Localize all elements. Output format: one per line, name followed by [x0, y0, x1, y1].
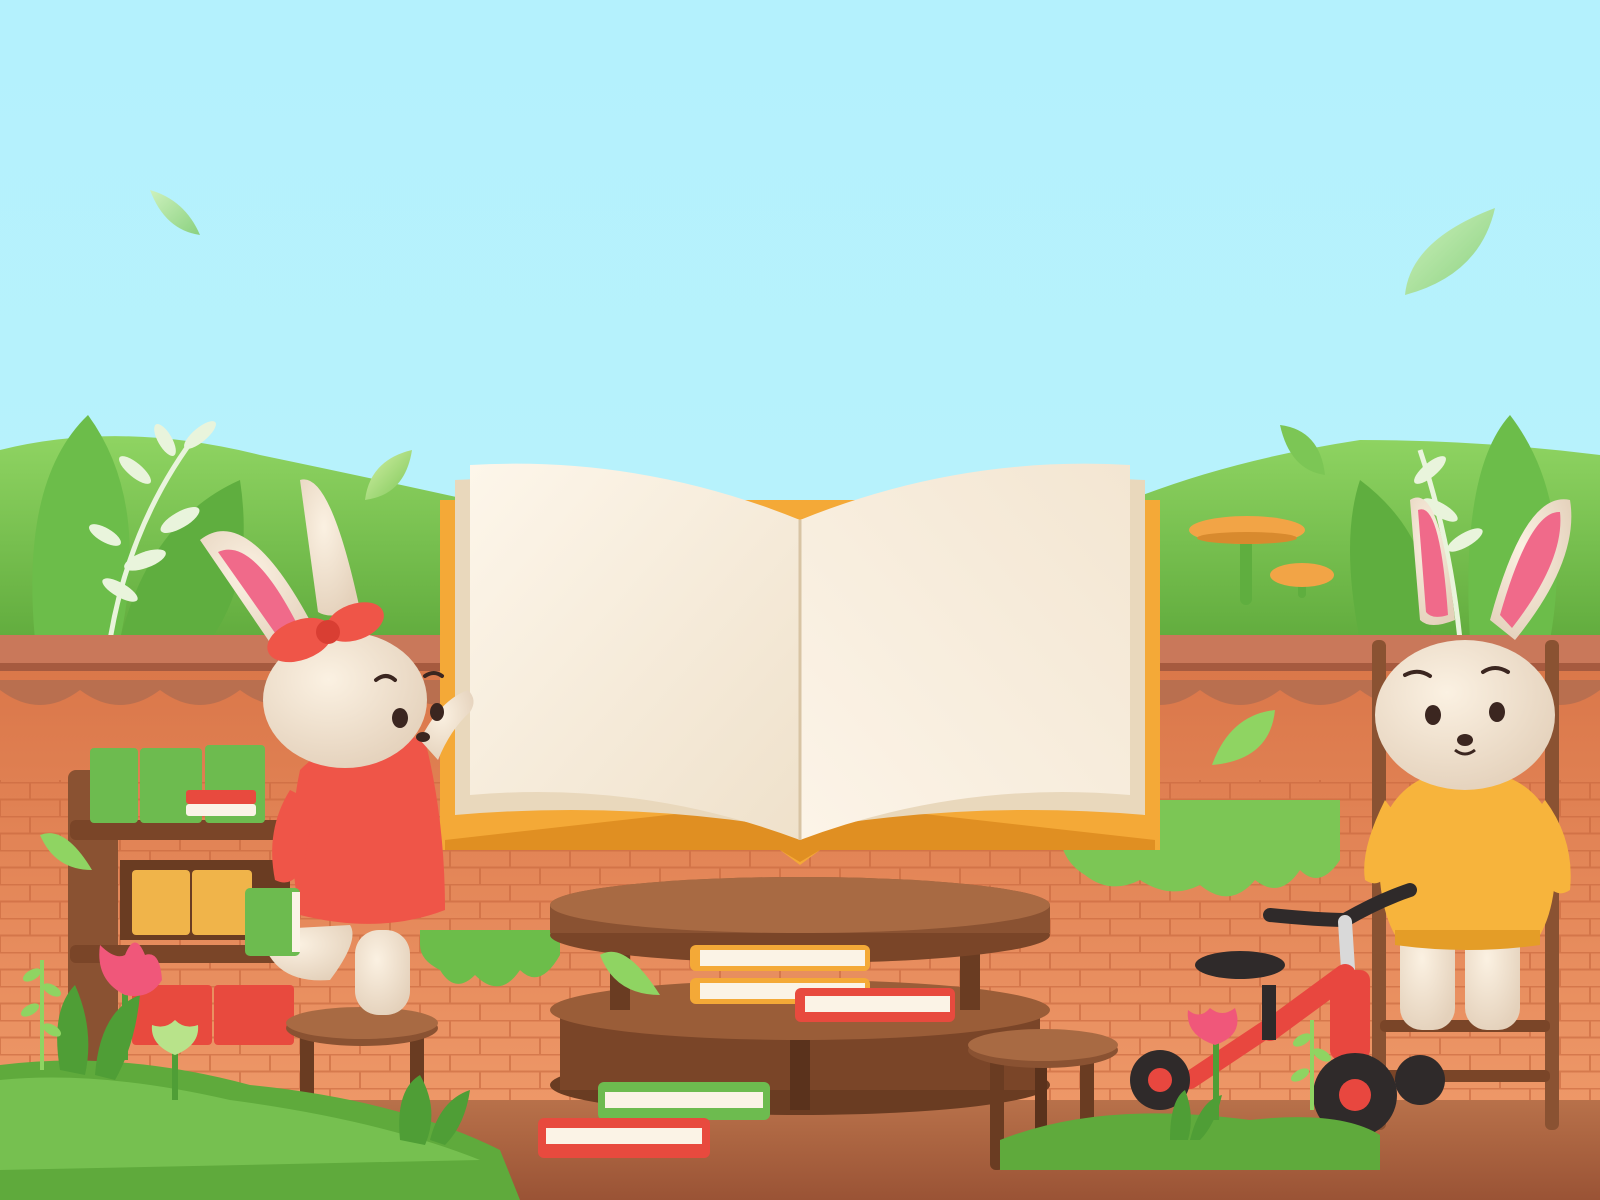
- scene-svg: [0, 0, 1600, 1200]
- book-right-page: [800, 463, 1130, 840]
- book-icon: [186, 790, 256, 804]
- open-book: [440, 463, 1160, 865]
- book-icon: [538, 1118, 710, 1158]
- book-icon: [245, 888, 300, 956]
- illustration-scene: [0, 0, 1600, 1200]
- book-left-page: [470, 463, 800, 840]
- book-icon: [795, 988, 955, 1022]
- book-icon: [598, 1082, 770, 1120]
